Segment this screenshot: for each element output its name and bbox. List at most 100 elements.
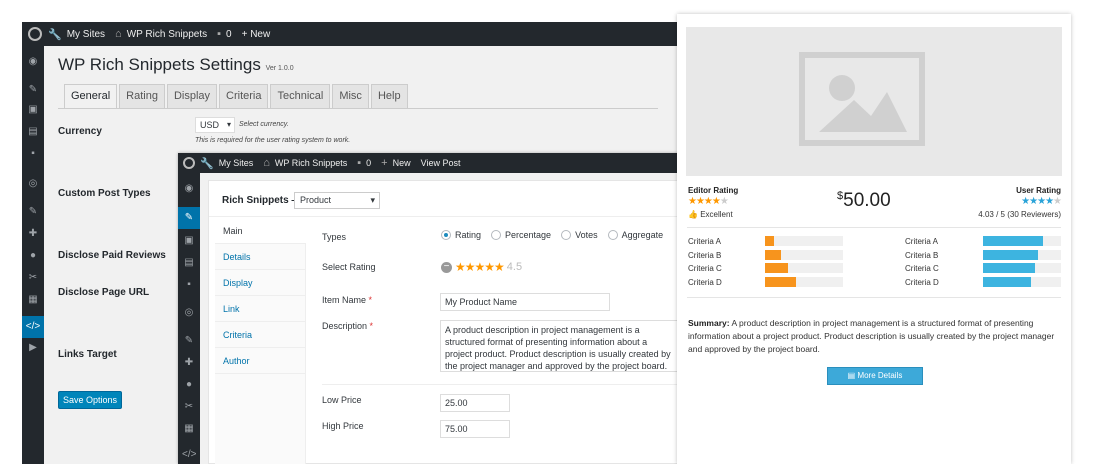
pages-icon[interactable]: ▤ (26, 126, 40, 138)
users-icon[interactable]: ● (26, 250, 40, 262)
appearance-icon[interactable]: ◎ (182, 307, 196, 319)
comments-link[interactable]: ▪ 0 (217, 28, 231, 40)
product-image-placeholder (686, 27, 1062, 176)
user-criteria-label: Criteria D (905, 277, 939, 287)
wordpress-logo-icon[interactable] (178, 153, 200, 173)
settings-icon[interactable]: ▦ (182, 423, 196, 435)
editor-rating-label: Editor Rating (688, 186, 739, 195)
dashboard-icon[interactable]: ◉ (182, 183, 196, 195)
comments-icon[interactable]: ▪ (182, 279, 196, 291)
editor-criteria-label: Criteria C (688, 264, 722, 273)
user-criteria-bar (983, 236, 1043, 246)
radio-aggregate-button[interactable] (607, 230, 618, 240)
pin2-icon[interactable]: ✎ (26, 206, 40, 218)
plugins-icon[interactable]: ✚ (26, 228, 40, 240)
home-icon: ⌂ (263, 157, 270, 169)
tab-technical[interactable]: Technical (270, 84, 331, 108)
disclose-paid-reviews-label: Disclose Paid Reviews (58, 250, 166, 261)
user-criteria-label: Criteria A (905, 237, 938, 246)
required-mark: * (368, 295, 373, 305)
minus-icon[interactable]: − (441, 261, 452, 273)
tab-criteria[interactable]: Criteria (215, 322, 305, 348)
user-rating-score: 4.03 / 5 (30 Reviewers) (978, 210, 1061, 219)
new-content-link[interactable]: + New (242, 29, 271, 40)
site-name-link[interactable]: ⌂ WP Rich Snippets (115, 28, 207, 40)
tab-criteria[interactable]: Criteria (219, 84, 269, 108)
radio-votes[interactable]: Votes (561, 230, 598, 240)
more-details-button[interactable]: ▤ More Details (827, 367, 923, 385)
rating-selector[interactable]: − ★★★★★ 4.5 (441, 260, 522, 274)
radio-percentage[interactable]: Percentage (491, 230, 551, 240)
media-icon[interactable]: ▣ (26, 104, 40, 116)
wrench-icon: 🔧 (48, 28, 62, 41)
tab-details[interactable]: Details (215, 244, 305, 270)
settings-icon[interactable]: ▦ (26, 294, 40, 306)
site-name-link[interactable]: ⌂ WP Rich Snippets (263, 157, 347, 169)
description-label: Description * (322, 321, 373, 331)
low-price-input[interactable]: 25.00 (440, 394, 510, 412)
tabs-divider (58, 108, 658, 109)
rating-stars[interactable]: ★★★★★ (455, 260, 505, 274)
tools-icon[interactable]: ✂ (26, 272, 40, 284)
my-sites-label: My Sites (66, 28, 106, 40)
code-icon[interactable]: </> (182, 449, 196, 461)
editor-criteria-track (765, 236, 843, 246)
item-name-label-text: Item Name (322, 295, 367, 305)
snippet-type-select[interactable]: Product (294, 192, 380, 209)
dashboard-icon[interactable]: ◉ (26, 56, 40, 68)
tab-misc[interactable]: Misc (332, 84, 369, 108)
appearance-icon[interactable]: ◎ (26, 178, 40, 190)
admin-bar-2: 🔧 My Sites ⌂ WP Rich Snippets ▪ 0 + New View… (178, 153, 678, 173)
media-icon[interactable]: ▣ (182, 235, 196, 247)
play-icon[interactable]: ▶ (26, 342, 40, 354)
thumbs-up-icon: 👍 (688, 210, 698, 219)
pin-icon[interactable]: ✎ (178, 207, 200, 229)
divider-bottom (687, 297, 1061, 298)
radio-percentage-label: Percentage (505, 230, 552, 240)
tab-link[interactable]: Link (215, 296, 305, 322)
description-textarea[interactable]: A product description in project managem… (440, 320, 678, 372)
summary-text: A product description in project managem… (688, 318, 1055, 354)
pin2-icon[interactable]: ✎ (182, 335, 196, 347)
radio-percentage-button[interactable] (491, 230, 502, 240)
save-options-button[interactable]: Save Options (58, 391, 122, 409)
currency-select[interactable]: USD (195, 117, 235, 133)
wordpress-logo-icon[interactable] (22, 22, 48, 46)
user-rating-label: User Rating (1016, 186, 1061, 195)
plugins-icon[interactable]: ✚ (182, 357, 196, 369)
comments-icon[interactable]: ▪ (26, 148, 40, 160)
comment-icon: ▪ (357, 157, 362, 169)
pin-icon[interactable]: ✎ (26, 84, 40, 96)
site-name-label: WP Rich Snippets (126, 28, 208, 40)
radio-votes-button[interactable] (561, 230, 572, 240)
item-name-input[interactable]: My Product Name (440, 293, 610, 311)
comments-link[interactable]: ▪ 0 (357, 157, 371, 169)
tools-icon[interactable]: ✂ (182, 401, 196, 413)
user-criteria-label: Criteria C (905, 264, 939, 273)
radio-aggregate[interactable]: Aggregate (607, 230, 663, 240)
user-criteria-track (983, 263, 1061, 273)
tab-author[interactable]: Author (215, 348, 305, 374)
new-label: New (392, 158, 411, 168)
users-icon[interactable]: ● (182, 379, 196, 391)
my-sites-link[interactable]: 🔧 My Sites (200, 157, 253, 170)
radio-rating-label: Rating (455, 230, 482, 240)
summary-label: Summary: (688, 318, 730, 328)
tab-display[interactable]: Display (166, 84, 218, 108)
section-divider (322, 384, 678, 385)
tab-main[interactable]: Main (215, 218, 306, 244)
radio-rating-button[interactable] (441, 230, 451, 240)
new-content-link[interactable]: + New (381, 157, 410, 169)
my-sites-link[interactable]: 🔧 My Sites (48, 28, 105, 41)
radio-rating[interactable]: Rating (441, 230, 481, 240)
pages-icon[interactable]: ▤ (182, 257, 196, 269)
view-post-link[interactable]: View Post (421, 158, 461, 168)
tab-display[interactable]: Display (215, 270, 305, 296)
tab-rating[interactable]: Rating (119, 84, 165, 108)
tab-general[interactable]: General (64, 84, 118, 109)
plus-icon: + (381, 157, 388, 169)
code-icon[interactable]: </> (22, 316, 44, 338)
high-price-input[interactable]: 75.00 (440, 420, 510, 438)
user-criteria-track (983, 236, 1061, 246)
tab-help[interactable]: Help (370, 84, 408, 108)
